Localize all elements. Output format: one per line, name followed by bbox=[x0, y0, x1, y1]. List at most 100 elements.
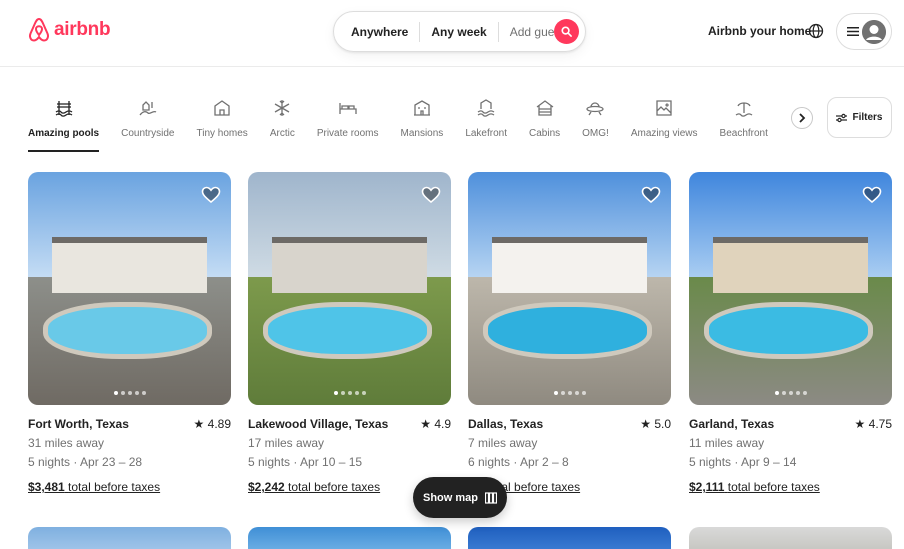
listing-card[interactable]: Dallas, Texas ★ 5.0 7 miles away 6 nights ·… bbox=[468, 172, 671, 494]
menu-icon bbox=[847, 27, 859, 36]
category-label: Cabins bbox=[529, 128, 561, 139]
heart-icon[interactable] bbox=[862, 185, 882, 205]
carousel-dot bbox=[340, 391, 345, 395]
search-button[interactable] bbox=[554, 19, 579, 44]
listing-image-partial[interactable] bbox=[689, 527, 892, 549]
category-beachfront[interactable]: Beachfront bbox=[720, 96, 768, 152]
listing-image[interactable] bbox=[248, 172, 451, 405]
carousel-dot bbox=[574, 391, 579, 395]
listing-location: Dallas, Texas bbox=[468, 417, 544, 431]
ufo-icon bbox=[586, 102, 605, 116]
category-countryside[interactable]: Countryside bbox=[121, 96, 174, 152]
carousel-dot bbox=[347, 391, 352, 395]
search-icon bbox=[561, 26, 572, 37]
listing-price[interactable]: $3,481 total before taxes bbox=[28, 480, 231, 494]
star-icon: ★ bbox=[193, 417, 205, 431]
star-icon: ★ bbox=[420, 417, 431, 431]
heart-icon[interactable] bbox=[201, 185, 221, 205]
category-label: Lakefront bbox=[465, 128, 508, 139]
star-icon: ★ bbox=[854, 417, 866, 431]
listing-location: Garland, Texas bbox=[689, 417, 775, 431]
cabin-icon bbox=[536, 100, 553, 116]
carousel-dot bbox=[553, 391, 558, 395]
show-map-label: Show map bbox=[422, 491, 478, 504]
category-label: Private rooms bbox=[316, 128, 379, 139]
category-arctic[interactable]: Arctic bbox=[270, 96, 295, 152]
listing-image[interactable] bbox=[28, 172, 231, 405]
category-private-rooms[interactable]: Private rooms bbox=[317, 96, 379, 152]
category-label: Mansions bbox=[400, 128, 444, 139]
globe-icon[interactable] bbox=[808, 23, 824, 39]
carousel-dot bbox=[333, 391, 338, 395]
listing-location: Fort Worth, Texas bbox=[28, 417, 129, 431]
carousel-dot bbox=[795, 391, 800, 395]
image-house bbox=[52, 237, 207, 294]
chevron-right-icon bbox=[799, 113, 806, 123]
listing-price-amount: $3,481 bbox=[28, 480, 65, 494]
airbnb-logo[interactable]: airbnb bbox=[28, 17, 111, 43]
listing-card[interactable]: Lakewood Village, Texas ★ 4.9 17 miles awa… bbox=[248, 172, 451, 494]
airbnb-logo-icon bbox=[29, 17, 49, 42]
filters-label: Filters bbox=[852, 112, 883, 123]
listing-image[interactable] bbox=[689, 172, 892, 405]
listing-dates: 6 nights · Apr 2 – 8 bbox=[468, 455, 569, 469]
category-mansions[interactable]: Mansions bbox=[400, 96, 444, 152]
listing-card[interactable]: Garland, Texas ★ 4.75 11 miles away 5 night… bbox=[689, 172, 892, 494]
top-header: airbnb Anywhere Any week Add guests Airb… bbox=[0, 0, 904, 67]
search-bar[interactable]: Anywhere Any week Add guests bbox=[333, 11, 586, 52]
listing-rating: ★ 4.9 bbox=[420, 417, 451, 431]
search-any-week[interactable]: Any week bbox=[420, 25, 497, 39]
carousel-dot bbox=[113, 391, 118, 395]
image-house bbox=[272, 237, 427, 294]
listing-image-partial[interactable] bbox=[248, 527, 451, 549]
listing-card[interactable]: Fort Worth, Texas ★ 4.89 31 miles away 5 ni… bbox=[28, 172, 231, 494]
category-label: Amazing views bbox=[630, 128, 698, 139]
category-lakefront[interactable]: Lakefront bbox=[465, 96, 507, 152]
listing-image[interactable] bbox=[468, 172, 671, 405]
category-omg[interactable]: OMG! bbox=[582, 96, 609, 152]
snowflake-icon bbox=[274, 100, 290, 116]
carousel-dot bbox=[120, 391, 125, 395]
avatar-icon bbox=[862, 19, 886, 44]
category-label: Countryside bbox=[121, 128, 175, 139]
image-carousel-dots bbox=[113, 391, 146, 395]
category-scroll-next-button[interactable] bbox=[791, 107, 813, 129]
category-bar: Amazing pools Countryside Tiny homes Arctic… bbox=[28, 96, 793, 152]
listing-price-amount: $2,111 bbox=[689, 480, 725, 494]
listing-distance: 31 miles away bbox=[28, 436, 105, 450]
listing-price[interactable]: $2,111 total before taxes bbox=[689, 480, 892, 494]
heart-icon[interactable] bbox=[641, 185, 661, 205]
listing-rating-value: 4.75 bbox=[868, 417, 892, 431]
listing-image-partial[interactable] bbox=[468, 527, 671, 549]
listing-rating: ★ 4.75 bbox=[855, 417, 892, 431]
carousel-dot bbox=[127, 391, 132, 395]
category-amazing-views[interactable]: Amazing views bbox=[631, 96, 698, 152]
listing-distance: 7 miles away bbox=[468, 436, 538, 450]
image-house bbox=[492, 237, 647, 294]
search-anywhere[interactable]: Anywhere bbox=[334, 25, 419, 39]
category-amazing-pools[interactable]: Amazing pools bbox=[28, 96, 100, 152]
user-menu-button[interactable] bbox=[836, 13, 892, 50]
carousel-dot bbox=[354, 391, 359, 395]
lakefront-icon bbox=[477, 99, 495, 117]
show-map-button[interactable]: Show map bbox=[413, 477, 507, 518]
carousel-dot bbox=[774, 391, 779, 395]
listing-rating: ★ 4.89 bbox=[194, 417, 231, 431]
logo-text: airbnb bbox=[54, 19, 111, 40]
image-carousel-dots bbox=[553, 391, 586, 395]
airbnb-your-home-link[interactable]: Airbnb your home bbox=[708, 24, 811, 38]
views-icon bbox=[656, 100, 672, 116]
filters-button[interactable]: Filters bbox=[827, 97, 892, 138]
heart-icon[interactable] bbox=[421, 185, 441, 205]
carousel-dot bbox=[141, 391, 146, 395]
carousel-dot bbox=[560, 391, 565, 395]
category-cabins[interactable]: Cabins bbox=[529, 96, 560, 152]
category-tiny-homes[interactable]: Tiny homes bbox=[196, 96, 248, 152]
pool-icon bbox=[55, 101, 72, 117]
listing-image-partial[interactable] bbox=[28, 527, 231, 549]
tiny-home-icon bbox=[214, 100, 230, 116]
image-pool bbox=[709, 307, 868, 354]
carousel-dot bbox=[361, 391, 366, 395]
bed-icon bbox=[339, 103, 357, 114]
image-house bbox=[713, 237, 868, 294]
